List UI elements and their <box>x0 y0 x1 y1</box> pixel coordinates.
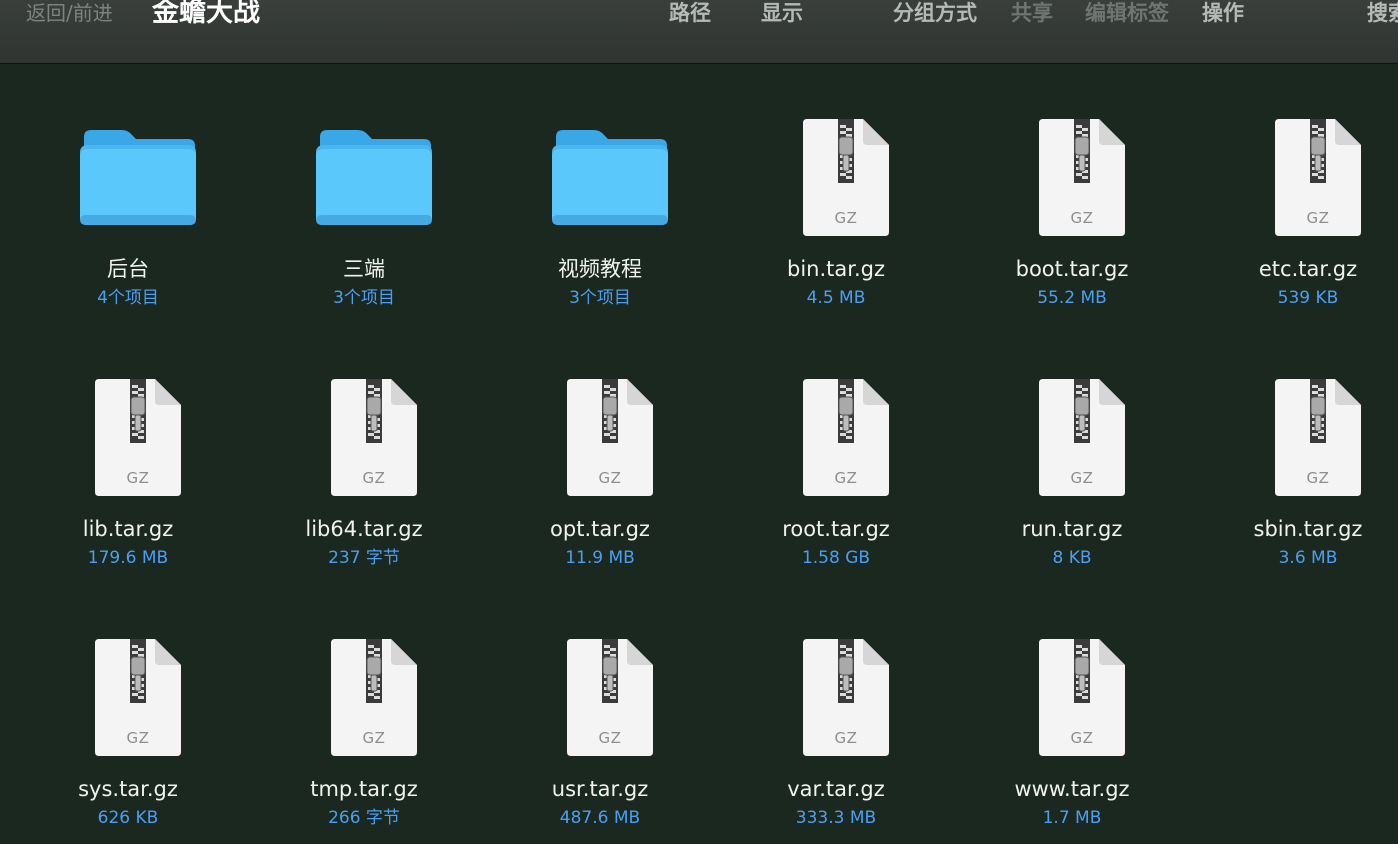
gz-archive-icon: GZ <box>1037 379 1127 497</box>
file-type-badge: GZ <box>598 729 622 747</box>
path-button[interactable]: 路径 <box>669 0 711 26</box>
file-name: opt.tar.gz <box>550 517 650 541</box>
file-item[interactable]: GZ var.tar.gz 333.3 MB <box>718 584 954 844</box>
gz-archive-icon: GZ <box>801 639 891 757</box>
file-name: root.tar.gz <box>782 517 890 541</box>
gz-archive-icon: GZ <box>329 639 419 757</box>
toolbar: 返回/前进 金蟾大战 路径 显示 分组方式 共享 编辑标签 操作 搜索 <box>0 0 1398 64</box>
gz-archive-icon: GZ <box>1037 639 1127 757</box>
file-name: lib.tar.gz <box>82 517 174 541</box>
file-name: etc.tar.gz <box>1258 257 1358 281</box>
search-button[interactable]: 搜索 <box>1367 0 1398 26</box>
file-meta: 1.58 GB <box>801 548 871 568</box>
file-item[interactable]: GZ lib64.tar.gz 237 字节 <box>246 324 482 584</box>
file-meta: 3个项目 <box>333 288 395 308</box>
file-name: sbin.tar.gz <box>1253 517 1363 541</box>
file-name: bin.tar.gz <box>787 257 885 281</box>
folder-icon <box>550 127 670 227</box>
file-item[interactable]: GZ run.tar.gz 8 KB <box>954 324 1190 584</box>
folder-item[interactable]: 三端 3个项目 <box>246 64 482 324</box>
file-item[interactable]: GZ bin.tar.gz 4.5 MB <box>718 64 954 324</box>
file-meta: 487.6 MB <box>559 808 641 828</box>
file-type-badge: GZ <box>1306 209 1330 227</box>
file-type-badge: GZ <box>1070 209 1094 227</box>
file-name: www.tar.gz <box>1014 777 1130 801</box>
file-type-badge: GZ <box>362 469 386 487</box>
action-button[interactable]: 操作 <box>1202 0 1244 26</box>
group-by-button[interactable]: 分组方式 <box>893 0 977 26</box>
window-title: 金蟾大战 <box>152 0 260 28</box>
file-type-badge: GZ <box>126 729 150 747</box>
file-meta: 11.9 MB <box>565 548 635 568</box>
file-item[interactable]: GZ sbin.tar.gz 3.6 MB <box>1190 324 1398 584</box>
gz-archive-icon: GZ <box>93 379 183 497</box>
file-type-badge: GZ <box>834 729 858 747</box>
file-type-badge: GZ <box>598 469 622 487</box>
file-name: usr.tar.gz <box>551 777 649 801</box>
file-meta: 3.6 MB <box>1278 548 1338 568</box>
file-name: 后台 <box>107 257 149 281</box>
file-name: boot.tar.gz <box>1015 257 1129 281</box>
file-meta: 1.7 MB <box>1042 808 1102 828</box>
gz-archive-icon: GZ <box>1273 119 1363 237</box>
gz-archive-icon: GZ <box>801 379 891 497</box>
file-meta: 3个项目 <box>569 288 631 308</box>
file-type-badge: GZ <box>126 469 150 487</box>
file-name: 三端 <box>343 257 385 281</box>
gz-archive-icon: GZ <box>93 639 183 757</box>
file-item[interactable]: GZ etc.tar.gz 539 KB <box>1190 64 1398 324</box>
file-meta: 539 KB <box>1277 288 1339 308</box>
gz-archive-icon: GZ <box>565 379 655 497</box>
file-meta: 266 字节 <box>328 808 400 828</box>
file-name: sys.tar.gz <box>78 777 178 801</box>
file-item[interactable]: GZ usr.tar.gz 487.6 MB <box>482 584 718 844</box>
file-item[interactable]: GZ sys.tar.gz 626 KB <box>10 584 246 844</box>
file-type-badge: GZ <box>1070 469 1094 487</box>
edit-tags-button[interactable]: 编辑标签 <box>1085 0 1169 26</box>
file-item[interactable]: GZ opt.tar.gz 11.9 MB <box>482 324 718 584</box>
folder-icon <box>314 127 434 227</box>
gz-archive-icon: GZ <box>801 119 891 237</box>
back-forward-button[interactable]: 返回/前进 <box>26 0 113 26</box>
file-item[interactable]: GZ boot.tar.gz 55.2 MB <box>954 64 1190 324</box>
file-item[interactable]: GZ root.tar.gz 1.58 GB <box>718 324 954 584</box>
share-button[interactable]: 共享 <box>1011 0 1053 26</box>
file-name: var.tar.gz <box>787 777 885 801</box>
view-button[interactable]: 显示 <box>761 0 803 26</box>
file-item[interactable]: GZ lib.tar.gz 179.6 MB <box>10 324 246 584</box>
gz-archive-icon: GZ <box>1273 379 1363 497</box>
gz-archive-icon: GZ <box>1037 119 1127 237</box>
file-type-badge: GZ <box>362 729 386 747</box>
file-name: 视频教程 <box>558 257 642 281</box>
file-meta: 237 字节 <box>328 548 400 568</box>
gz-archive-icon: GZ <box>329 379 419 497</box>
file-item[interactable]: GZ www.tar.gz 1.7 MB <box>954 584 1190 844</box>
gz-archive-icon: GZ <box>565 639 655 757</box>
file-meta: 8 KB <box>1052 548 1092 568</box>
file-name: tmp.tar.gz <box>310 777 418 801</box>
folder-item[interactable]: 后台 4个项目 <box>10 64 246 324</box>
file-name: run.tar.gz <box>1021 517 1123 541</box>
file-meta: 626 KB <box>97 808 159 828</box>
file-grid: 后台 4个项目 三端 3个项目 视频教程 3个项目 GZ bin.tar.gz 4.5 M… <box>0 64 1398 840</box>
file-meta: 55.2 MB <box>1037 288 1107 308</box>
file-meta: 4个项目 <box>97 288 159 308</box>
folder-item[interactable]: 视频教程 3个项目 <box>482 64 718 324</box>
file-type-badge: GZ <box>834 209 858 227</box>
folder-icon <box>78 127 198 227</box>
file-type-badge: GZ <box>834 469 858 487</box>
file-type-badge: GZ <box>1306 469 1330 487</box>
file-type-badge: GZ <box>1070 729 1094 747</box>
file-name: lib64.tar.gz <box>305 517 423 541</box>
file-meta: 179.6 MB <box>87 548 169 568</box>
file-item[interactable]: GZ tmp.tar.gz 266 字节 <box>246 584 482 844</box>
file-meta: 333.3 MB <box>795 808 877 828</box>
file-meta: 4.5 MB <box>806 288 866 308</box>
